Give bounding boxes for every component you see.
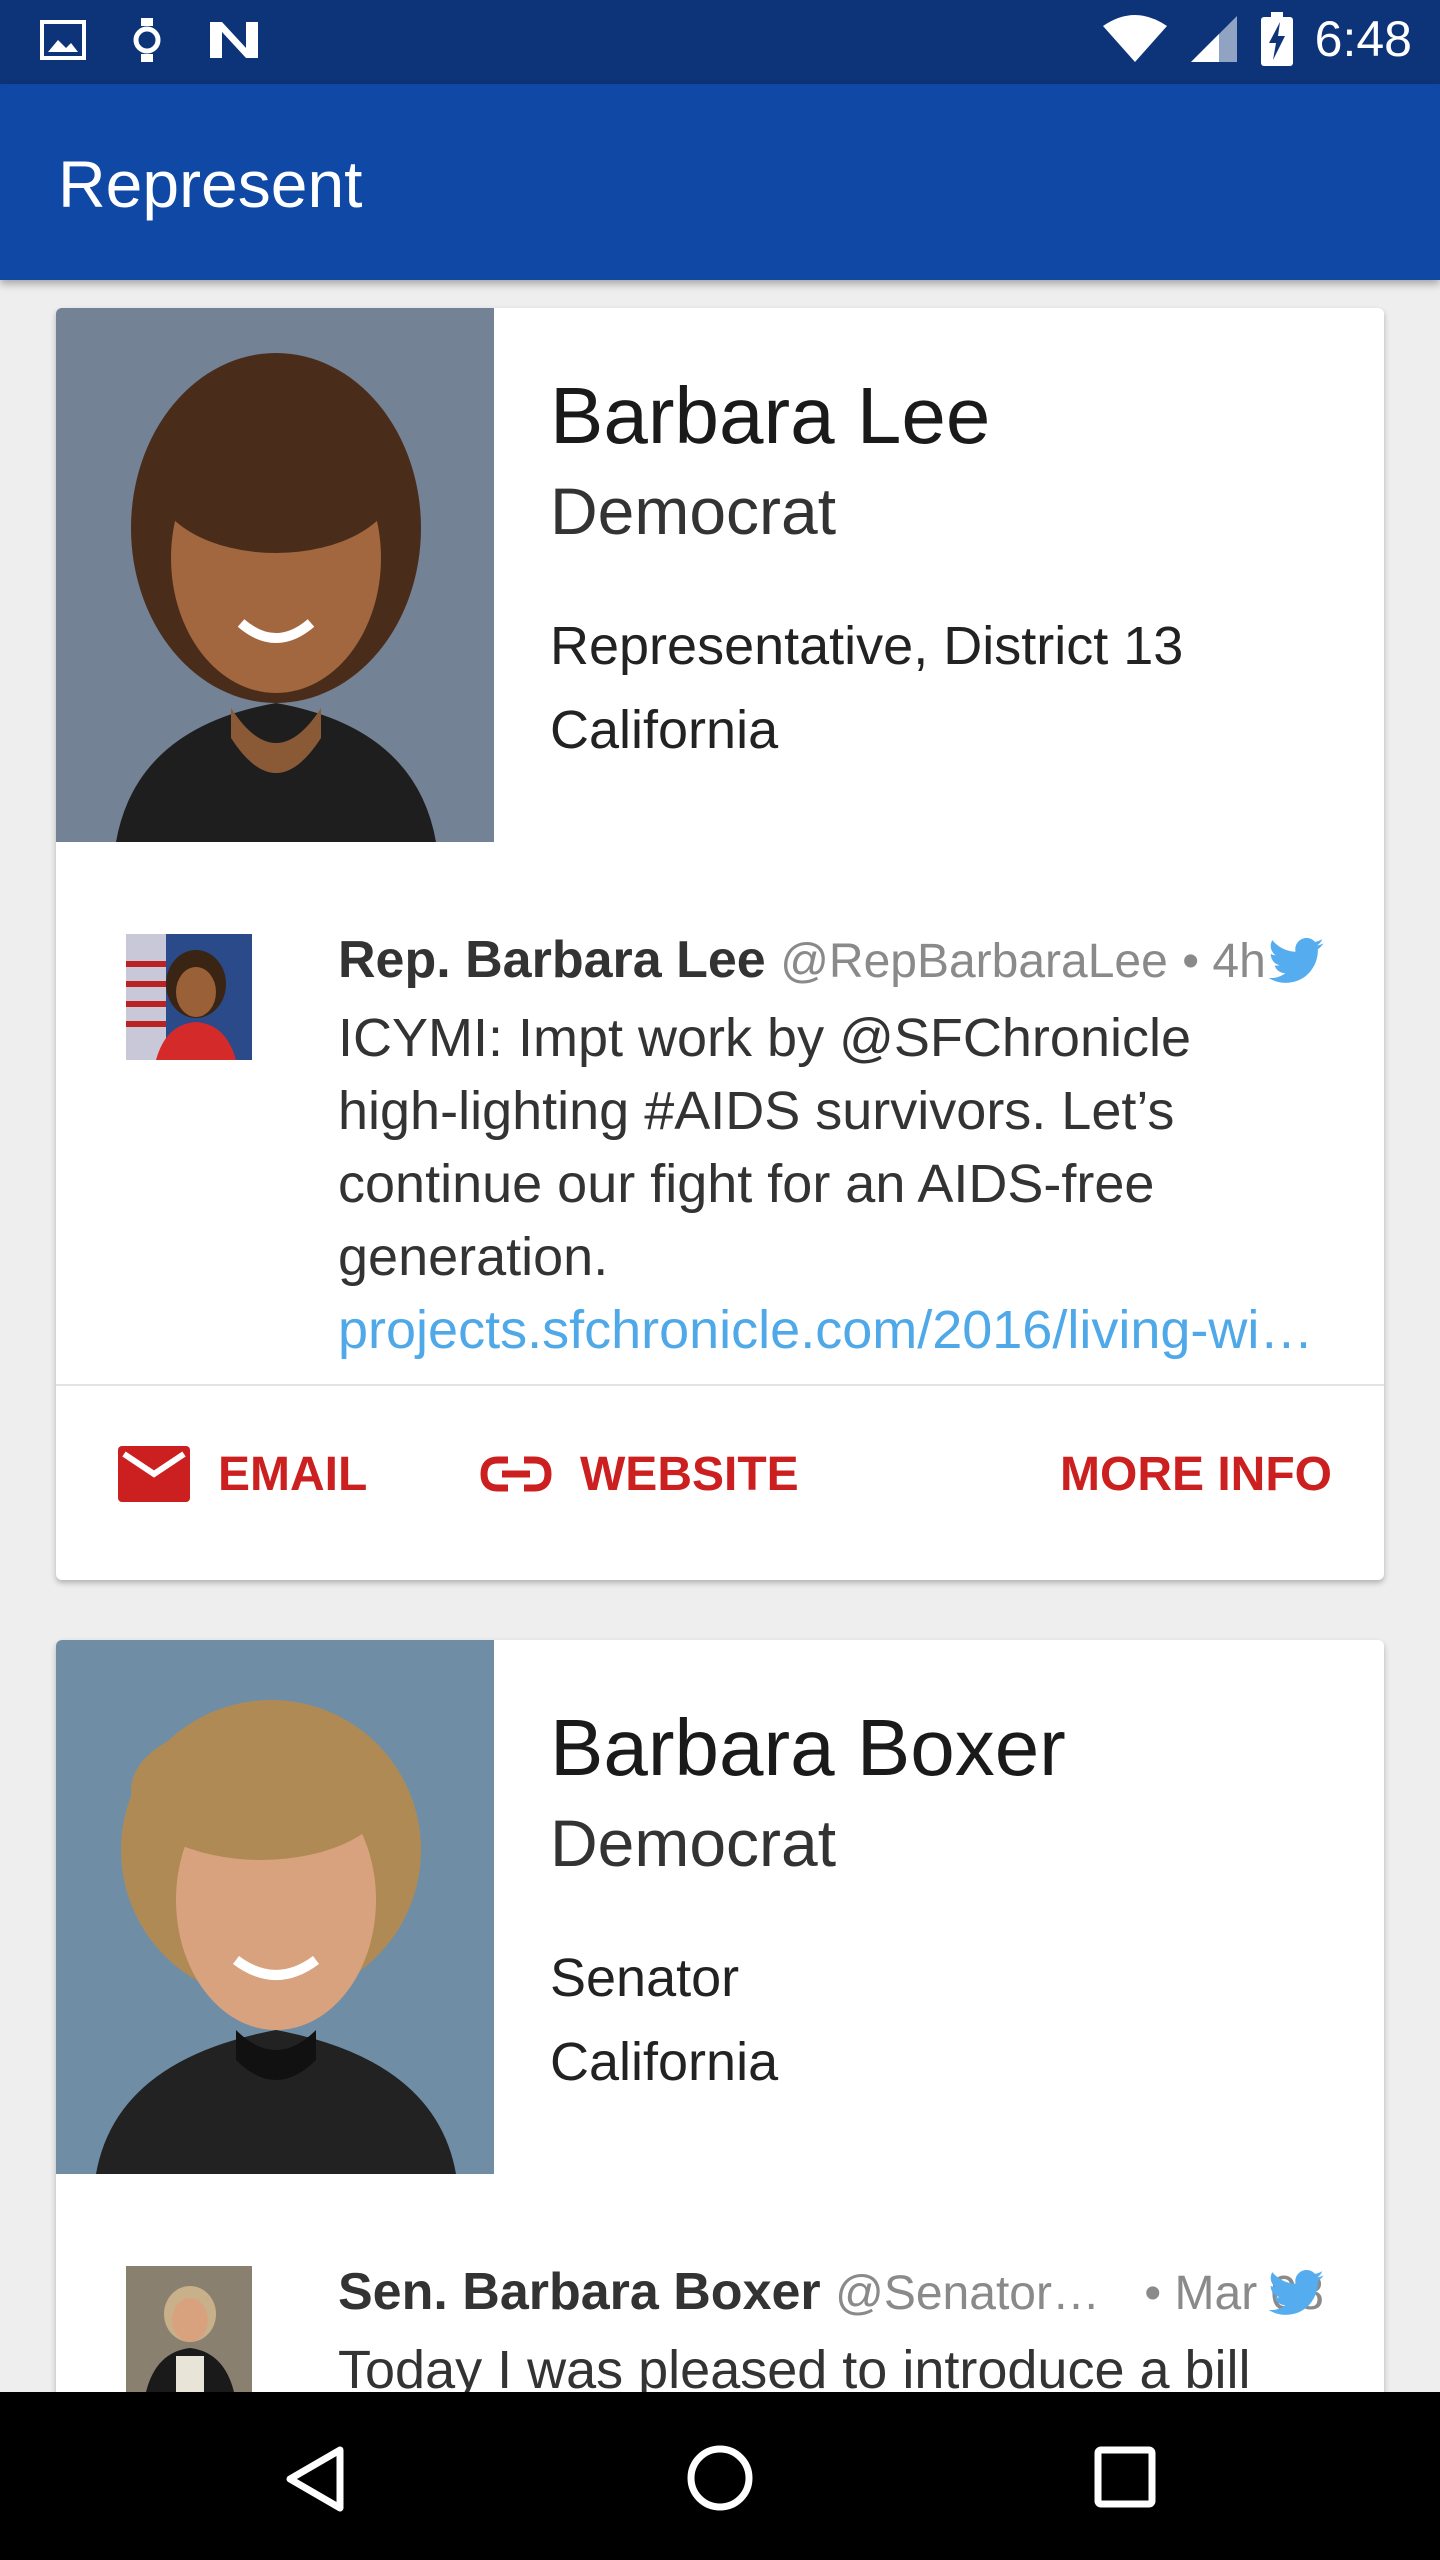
tweet-handle: @Senator… bbox=[835, 2267, 1100, 2320]
representative-name: Barbara Boxer bbox=[550, 1703, 1066, 1792]
recents-icon[interactable] bbox=[1094, 2446, 1156, 2508]
representative-name: Barbara Lee bbox=[550, 371, 991, 460]
representative-state: California bbox=[550, 2032, 779, 2092]
tweet-time: • 4h bbox=[1182, 935, 1266, 988]
tweet-text: Today I was pleased to introduce a bill bbox=[338, 2340, 1251, 2392]
twitter-icon[interactable] bbox=[1268, 938, 1324, 984]
email-label: EMAIL bbox=[218, 1447, 368, 1501]
representative-party: Democrat bbox=[550, 474, 837, 548]
wifi-icon bbox=[1102, 15, 1167, 62]
twitter-icon[interactable] bbox=[1268, 2270, 1324, 2316]
clock: 6:48 bbox=[1314, 11, 1412, 67]
tweet-author: Rep. Barbara Lee bbox=[338, 931, 766, 989]
battery-charging-icon bbox=[1260, 12, 1293, 66]
app-title: Represent bbox=[58, 147, 363, 221]
website-label: WEBSITE bbox=[580, 1447, 799, 1501]
tweet-avatar bbox=[126, 2266, 252, 2392]
email-button[interactable]: EMAIL bbox=[118, 1386, 367, 1562]
tweet-text: ICYMI: Impt work by @SFChronicle high-li… bbox=[338, 1008, 1192, 1287]
link-icon bbox=[480, 1456, 552, 1492]
representative-state: California bbox=[550, 700, 779, 760]
website-button[interactable]: WEBSITE bbox=[480, 1386, 799, 1562]
representative-office: Representative, District 13 bbox=[550, 616, 1184, 676]
back-icon[interactable] bbox=[282, 2444, 346, 2514]
more-info-button[interactable]: MORE INFO bbox=[1060, 1386, 1332, 1562]
representative-office: Senator bbox=[550, 1948, 740, 2008]
home-icon[interactable] bbox=[686, 2444, 754, 2512]
representative-card[interactable]: Barbara Boxer Democrat Senator Californi… bbox=[56, 1640, 1384, 2392]
navigation-bar bbox=[0, 2392, 1440, 2560]
representative-info: Barbara Boxer Democrat Senator Californi… bbox=[550, 1700, 1066, 2104]
app-bar: Represent bbox=[0, 84, 1440, 280]
card-actions: EMAIL WEBSITE MORE INFO bbox=[56, 1386, 1384, 1562]
n-icon bbox=[210, 22, 258, 58]
signal-icon bbox=[1190, 16, 1237, 62]
tweet-link[interactable]: projects.sfchronicle.com/2016/living-wi… bbox=[338, 1294, 1324, 1367]
tweet-handle: @RepBarbaraLee bbox=[780, 935, 1168, 988]
representative-party: Democrat bbox=[550, 1806, 837, 1880]
more-info-label: MORE INFO bbox=[1060, 1447, 1332, 1501]
watch-icon bbox=[133, 18, 161, 62]
representative-photo bbox=[56, 1640, 494, 2174]
representative-card[interactable]: Barbara Lee Democrat Representative, Dis… bbox=[56, 308, 1384, 1580]
image-icon bbox=[40, 20, 86, 60]
status-bar: 6:48 bbox=[0, 0, 1440, 84]
representative-list[interactable]: Barbara Lee Democrat Representative, Dis… bbox=[0, 280, 1440, 2392]
tweet-author: Sen. Barbara Boxer bbox=[338, 2263, 821, 2321]
representative-info: Barbara Lee Democrat Representative, Dis… bbox=[550, 368, 1183, 772]
tweet-avatar bbox=[126, 934, 252, 1060]
tweet-body: Rep. Barbara Lee @RepBarbaraLee • 4h ICY… bbox=[338, 928, 1324, 1367]
tweet-body: Sen. Barbara Boxer @Senator… • Mar 08 To… bbox=[338, 2260, 1324, 2392]
email-icon bbox=[118, 1446, 190, 1502]
representative-photo bbox=[56, 308, 494, 842]
